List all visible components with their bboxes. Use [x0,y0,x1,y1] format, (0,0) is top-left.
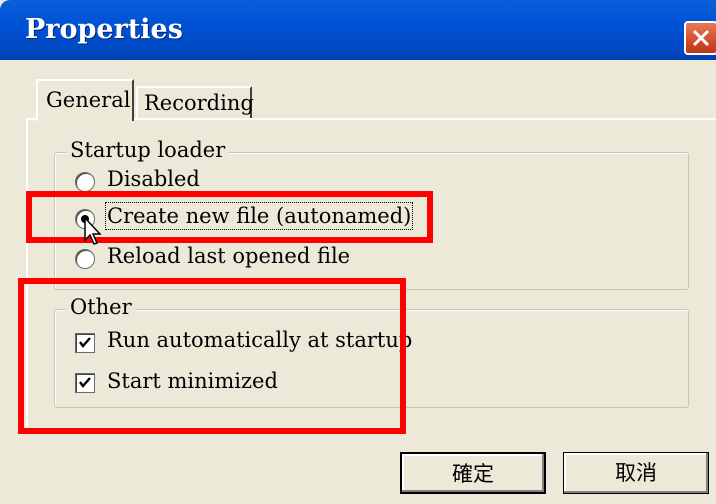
checkbox-start-minimized[interactable] [75,373,95,393]
tab-general-label: General [46,88,131,112]
startup-loader-legend: Startup loader [66,138,230,162]
ok-button[interactable]: 確定 [400,452,546,494]
radio-disabled[interactable] [75,172,95,192]
radio-reload-last-file-label[interactable]: Reload last opened file [107,244,350,268]
other-legend: Other [66,295,136,319]
properties-dialog: Properties General Recording Startup loa… [0,0,716,504]
close-icon [692,29,710,47]
tab-recording-label: Recording [144,91,254,115]
checkmark-icon [79,337,91,348]
window-title: Properties [25,14,183,45]
tab-general[interactable]: General [36,79,134,121]
checkmark-icon [79,377,91,388]
title-bar[interactable]: Properties [0,0,716,60]
radio-create-new-file-label[interactable]: Create new file (autonamed) [104,202,414,230]
cancel-button[interactable]: 取消 [563,452,709,494]
tab-recording[interactable]: Recording [136,86,254,120]
radio-disabled-label[interactable]: Disabled [107,167,200,191]
checkbox-start-minimized-label[interactable]: Start minimized [107,369,278,393]
mouse-pointer-icon [84,216,102,245]
checkbox-run-at-startup[interactable] [75,333,95,353]
close-button[interactable] [684,21,716,55]
checkbox-run-at-startup-label[interactable]: Run automatically at startup [107,328,412,352]
radio-reload-last-file[interactable] [75,249,95,269]
other-group [54,309,689,408]
